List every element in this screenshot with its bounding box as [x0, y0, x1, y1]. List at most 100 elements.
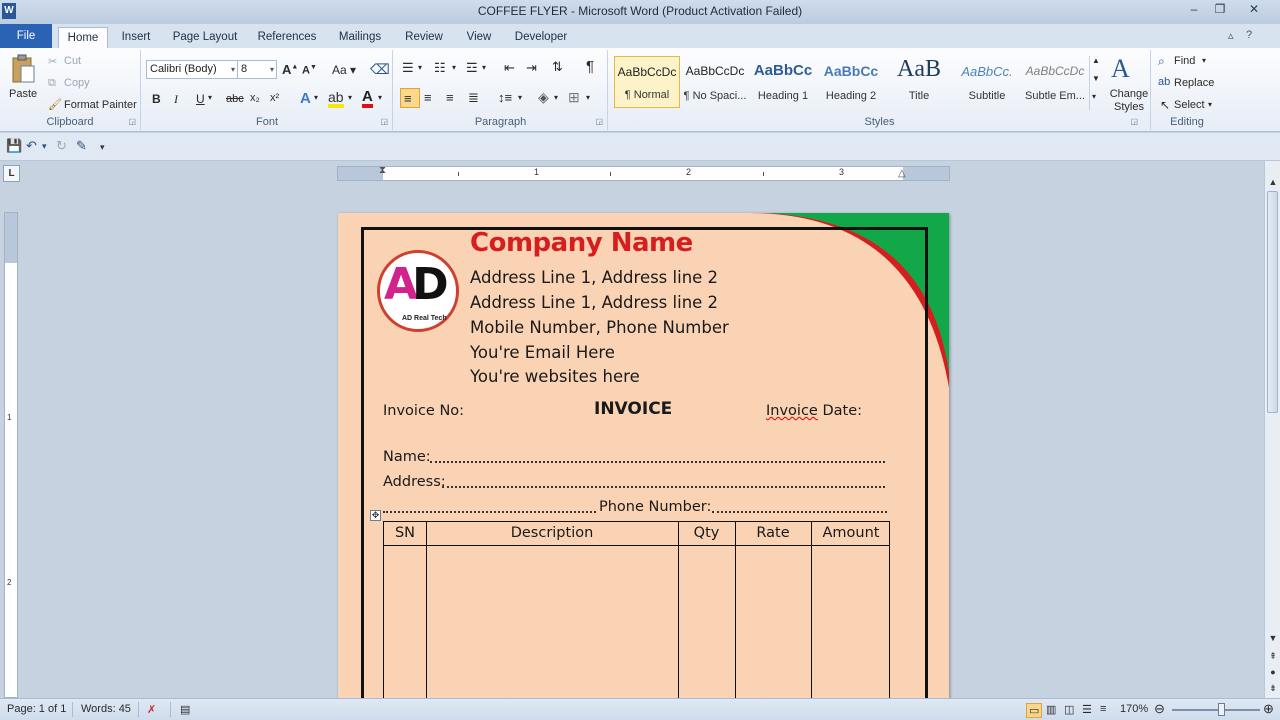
- justify-icon[interactable]: ≣: [468, 90, 479, 106]
- style-no-spacing[interactable]: AaBbCcDc ¶ No Spaci...: [682, 56, 748, 108]
- font-size-combo[interactable]: 8 ▾: [237, 60, 277, 79]
- chevron-down-icon[interactable]: ▾: [42, 141, 47, 152]
- style-normal[interactable]: AaBbCcDc ¶ Normal: [614, 56, 680, 108]
- chevron-down-icon[interactable]: ▾: [518, 93, 522, 102]
- page-count[interactable]: Page: 1 of 1: [7, 703, 66, 715]
- browse-object-icon[interactable]: ●: [1266, 665, 1280, 679]
- style-subtle-emphasis[interactable]: AaBbCcDc Subtle Em...: [1022, 56, 1088, 108]
- vertical-scrollbar[interactable]: ▲ ▼ ⇞ ● ⇟: [1264, 161, 1280, 698]
- minimize-button[interactable]: –: [1180, 0, 1208, 18]
- redo-icon[interactable]: ↻: [56, 138, 67, 154]
- tab-insert[interactable]: Insert: [112, 27, 160, 48]
- clear-formatting-icon[interactable]: ⌫: [370, 61, 390, 78]
- edit-icon[interactable]: ✎: [76, 138, 87, 154]
- customize-qat-icon[interactable]: ▾: [100, 142, 105, 153]
- tab-developer[interactable]: Developer: [508, 27, 574, 48]
- previous-page-icon[interactable]: ⇞: [1266, 649, 1280, 663]
- word-count[interactable]: Words: 45: [81, 703, 131, 715]
- font-color-icon[interactable]: A: [362, 89, 373, 108]
- zoom-out-icon[interactable]: ⊖: [1154, 701, 1165, 717]
- copy-button[interactable]: Copy: [64, 77, 90, 89]
- maximize-button[interactable]: ❐: [1206, 0, 1234, 18]
- tab-mailings[interactable]: Mailings: [332, 27, 388, 48]
- grow-font-button[interactable]: A▲: [282, 62, 298, 77]
- align-right-icon[interactable]: ≡: [446, 90, 454, 105]
- strikethrough-button[interactable]: abc: [226, 93, 244, 105]
- style-subtitle[interactable]: AaBbCc. Subtitle: [954, 56, 1020, 108]
- sort-icon[interactable]: ⇅: [552, 59, 563, 75]
- subscript-button[interactable]: x₂: [250, 92, 260, 104]
- tab-selector-icon[interactable]: L: [3, 165, 20, 182]
- styles-scroll[interactable]: ▲ ▼ ▾: [1089, 56, 1101, 110]
- document-page[interactable]: AD AD Real Tech Company Name Address Lin…: [338, 213, 949, 703]
- tab-review[interactable]: Review: [398, 27, 450, 48]
- style-heading-2[interactable]: AaBbCc Heading 2: [818, 56, 884, 108]
- draft-view-icon[interactable]: ≡: [1100, 703, 1106, 715]
- indent-marker-icon[interactable]: ⧗: [379, 165, 386, 176]
- chevron-down-icon[interactable]: ▾: [482, 63, 486, 72]
- multilevel-list-icon[interactable]: ☲: [466, 60, 478, 76]
- shrink-font-button[interactable]: A▼: [302, 64, 317, 77]
- italic-button[interactable]: I: [174, 92, 178, 107]
- scroll-up-icon[interactable]: ▲: [1266, 175, 1280, 189]
- zoom-in-icon[interactable]: ⊕: [1263, 701, 1274, 717]
- style-title[interactable]: AaB Title: [886, 56, 952, 108]
- ribbon-collapse-icon[interactable]: ▵: [1228, 29, 1234, 42]
- bullets-icon[interactable]: ☰: [402, 60, 414, 76]
- font-launcher-icon[interactable]: ◲: [380, 117, 388, 126]
- underline-dropdown-icon[interactable]: ▾: [208, 93, 212, 102]
- invoice-table[interactable]: SN Description Qty Rate Amount: [383, 521, 890, 703]
- bold-button[interactable]: B: [152, 92, 161, 106]
- decrease-indent-icon[interactable]: ⇤: [504, 60, 515, 76]
- tab-view[interactable]: View: [458, 27, 500, 48]
- style-heading-1[interactable]: AaBbCc Heading 1: [750, 56, 816, 108]
- chevron-down-icon[interactable]: ▾: [348, 93, 352, 102]
- chevron-down-icon[interactable]: ▾: [586, 93, 590, 102]
- chevron-down-icon[interactable]: ▾: [314, 93, 318, 102]
- format-painter-button[interactable]: Format Painter: [64, 99, 137, 111]
- close-button[interactable]: ✕: [1240, 0, 1268, 18]
- help-icon[interactable]: ?: [1246, 29, 1252, 41]
- tab-home[interactable]: Home: [58, 27, 108, 48]
- vertical-ruler[interactable]: 1 2: [4, 212, 18, 698]
- increase-indent-icon[interactable]: ⇥: [526, 60, 537, 76]
- shading-icon[interactable]: ◈: [538, 89, 549, 106]
- zoom-slider-thumb[interactable]: [1218, 703, 1225, 716]
- print-layout-view-icon[interactable]: ▭: [1026, 703, 1043, 718]
- clipboard-launcher-icon[interactable]: ◲: [128, 117, 136, 126]
- zoom-level[interactable]: 170%: [1120, 703, 1148, 715]
- select-button[interactable]: Select: [1174, 99, 1205, 111]
- save-icon[interactable]: 💾: [6, 138, 22, 154]
- borders-icon[interactable]: ⊞: [568, 89, 580, 106]
- chevron-down-icon[interactable]: ▾: [418, 63, 422, 72]
- undo-icon[interactable]: ↶: [26, 138, 37, 154]
- underline-button[interactable]: U: [196, 92, 205, 106]
- next-page-icon[interactable]: ⇟: [1266, 681, 1280, 695]
- chevron-down-icon[interactable]: ▾: [1202, 56, 1206, 65]
- change-case-button[interactable]: Aa ▾: [332, 63, 356, 77]
- tab-references[interactable]: References: [252, 27, 322, 48]
- full-screen-reading-icon[interactable]: ▥: [1046, 703, 1056, 716]
- chevron-down-icon[interactable]: ▾: [452, 63, 456, 72]
- macro-record-icon[interactable]: ▤: [180, 703, 190, 716]
- highlight-icon[interactable]: ab: [328, 90, 344, 108]
- chevron-down-icon[interactable]: ▾: [378, 93, 382, 102]
- horizontal-ruler[interactable]: 1 2 3 ⧗ △: [337, 165, 950, 181]
- tab-file[interactable]: File: [0, 24, 52, 48]
- proofing-icon[interactable]: ✗: [147, 703, 156, 716]
- styles-launcher-icon[interactable]: ◲: [1130, 117, 1138, 126]
- zoom-slider-track[interactable]: [1172, 709, 1260, 711]
- right-indent-marker-icon[interactable]: △: [898, 168, 906, 179]
- paste-button[interactable]: Paste: [6, 54, 40, 110]
- table-move-handle-icon[interactable]: ✥: [370, 510, 381, 521]
- scroll-down-icon[interactable]: ▼: [1266, 631, 1280, 645]
- scrollbar-thumb[interactable]: [1267, 191, 1278, 413]
- text-effects-icon[interactable]: A: [300, 90, 311, 107]
- replace-button[interactable]: Replace: [1174, 77, 1214, 89]
- paragraph-launcher-icon[interactable]: ◲: [595, 117, 603, 126]
- tab-page-layout[interactable]: Page Layout: [168, 27, 242, 48]
- web-layout-icon[interactable]: ◫: [1064, 703, 1074, 716]
- line-spacing-icon[interactable]: ↕≡: [498, 90, 512, 105]
- chevron-down-icon[interactable]: ▾: [554, 93, 558, 102]
- superscript-button[interactable]: x²: [270, 92, 279, 104]
